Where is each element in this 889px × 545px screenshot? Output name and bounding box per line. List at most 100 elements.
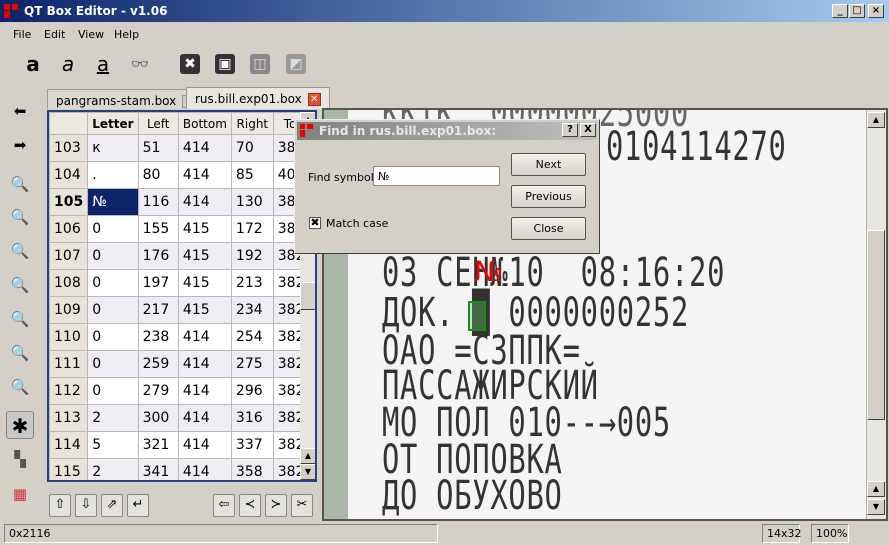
zoom-original-icon[interactable]: 🔍 [6,237,34,265]
row-header[interactable]: 109 [49,296,89,324]
table-cell[interactable]: 415 [177,215,232,243]
table-cell[interactable]: 0 [87,269,139,297]
table-cell[interactable]: 275 [230,350,274,378]
table-cell[interactable]: 2 [87,458,139,480]
scroll-up-button-2[interactable]: ▲ [867,481,885,497]
boxes-icon[interactable]: ▚ [6,445,34,473]
table-cell[interactable]: 5 [87,431,139,459]
join-icon[interactable]: ⇦ [213,494,235,517]
table-cell[interactable]: 414 [177,404,232,432]
table-cell[interactable]: 415 [177,296,232,324]
table-row[interactable]: 103 к 51 414 70 382 [49,134,315,162]
table-cell[interactable]: 300 [137,404,179,432]
move-down-icon[interactable]: ⇩ [75,494,97,517]
col-right[interactable]: Right [230,112,274,135]
table-cell[interactable]: 415 [177,269,232,297]
italic-icon[interactable]: a [54,50,82,78]
scroll-thumb[interactable] [300,282,315,310]
table-cell[interactable]: к [87,134,139,162]
table-cell[interactable]: 116 [137,188,179,216]
zoom-page-icon[interactable]: 🔍 [6,373,34,401]
table-cell[interactable]: 321 [137,431,179,459]
help-button[interactable]: ? [562,123,578,137]
table-cell[interactable]: 70 [230,134,274,162]
row-header[interactable]: 105 [49,188,89,216]
table-cell[interactable]: 80 [137,161,179,189]
row-header[interactable]: 106 [49,215,89,243]
table-cell[interactable]: 192 [230,242,274,270]
minimize-button[interactable]: _ [832,4,848,18]
table-cell[interactable]: 234 [230,296,274,324]
table-cell[interactable]: 155 [137,215,179,243]
underline-icon[interactable]: a [89,50,117,78]
table-row[interactable]: 108 0 197 415 213 382 [49,269,315,297]
table-cell[interactable]: № [87,188,139,216]
close-tab-icon[interactable]: ✕ [307,93,321,106]
col-left[interactable]: Left [137,112,179,135]
table-cell[interactable]: 414 [177,377,232,405]
table-row[interactable]: 104. 80 414 85 409 [49,161,315,189]
table-cell[interactable]: 259 [137,350,179,378]
find-binoculars-icon[interactable]: 👓 [126,50,154,78]
merge-icon[interactable]: ▣ [211,50,239,78]
table-cell[interactable]: 2 [87,404,139,432]
table-cell[interactable]: 341 [137,458,179,480]
close-window-button[interactable]: × [868,4,884,18]
scroll-up-button[interactable]: ▲ [867,112,885,128]
table-row[interactable]: 113 2 300 414 316 382 [49,404,315,432]
table-cell[interactable]: 238 [137,323,179,351]
close-button[interactable]: Close [511,217,586,240]
menu-edit[interactable]: Edit [44,28,65,41]
table-cell[interactable]: 279 [137,377,179,405]
table-row[interactable]: 115 2 341 414 358 382 [49,458,315,480]
image-scrollbar[interactable]: ▲ ▲ ▼ [867,110,886,519]
tab-pangrams[interactable]: pangrams-stam.box✕ [47,89,205,109]
table-row[interactable]: 105 № 116 414 130 382 [49,188,315,216]
table-cell[interactable]: 316 [230,404,274,432]
table-cell[interactable]: 414 [177,161,232,189]
table-cell[interactable]: 415 [177,242,232,270]
table-cell[interactable]: 130 [230,188,274,216]
return-icon[interactable]: ↵ [127,494,149,517]
table-cell[interactable]: 217 [137,296,179,324]
table-cell[interactable]: 85 [230,161,274,189]
move-up-icon[interactable]: ⇧ [49,494,71,517]
row-header[interactable]: 113 [49,404,89,432]
table-row[interactable]: 111 0 259 414 275 382 [49,350,315,378]
zoom-in-icon[interactable]: 🔍 [6,170,34,198]
bold-icon[interactable]: a [19,50,47,78]
menu-file[interactable]: File [13,28,31,41]
table-cell[interactable]: 51 [137,134,179,162]
table-cell[interactable]: 296 [230,377,274,405]
find-symbol-input[interactable] [373,166,500,186]
table-row[interactable]: 109 0 217 415 234 382 [49,296,315,324]
selected-box[interactable] [468,301,486,331]
table-cell[interactable]: 414 [177,134,232,162]
row-header[interactable]: 110 [49,323,89,351]
cut-icon[interactable]: ✂ [291,494,313,517]
box-table[interactable]: Letter Left Bottom Right Top103к51414703… [47,110,317,482]
delete-box-icon[interactable]: ✖ [176,50,204,78]
font-table-icon[interactable]: ▦ [6,480,34,508]
table-row[interactable]: 114 5 321 414 337 382 [49,431,315,459]
table-cell[interactable]: 0 [87,215,139,243]
table-cell[interactable]: 0 [87,350,139,378]
table-cell[interactable]: 172 [230,215,274,243]
symbol-star-icon[interactable]: ✱ [6,411,34,439]
previous-button[interactable]: Previous [511,185,586,208]
scroll-thumb[interactable] [867,230,885,420]
col-letter[interactable]: Letter [87,112,139,135]
split-left-icon[interactable]: ≺ [239,494,261,517]
move-to-icon[interactable]: ⇗ [101,494,123,517]
table-cell[interactable]: 414 [177,431,232,459]
scroll-down-button[interactable]: ▼ [300,464,315,480]
table-cell[interactable]: 176 [137,242,179,270]
table-cell[interactable]: 0 [87,242,139,270]
insert-icon[interactable]: ◩ [282,50,310,78]
arrow-right-icon[interactable]: ➡ [6,131,34,159]
table-cell[interactable]: 213 [230,269,274,297]
zoom-width-icon[interactable]: 🔍 [6,305,34,333]
table-cell[interactable]: 358 [230,458,274,480]
zoom-fit-icon[interactable]: 🔍 [6,271,34,299]
table-cell[interactable]: 254 [230,323,274,351]
